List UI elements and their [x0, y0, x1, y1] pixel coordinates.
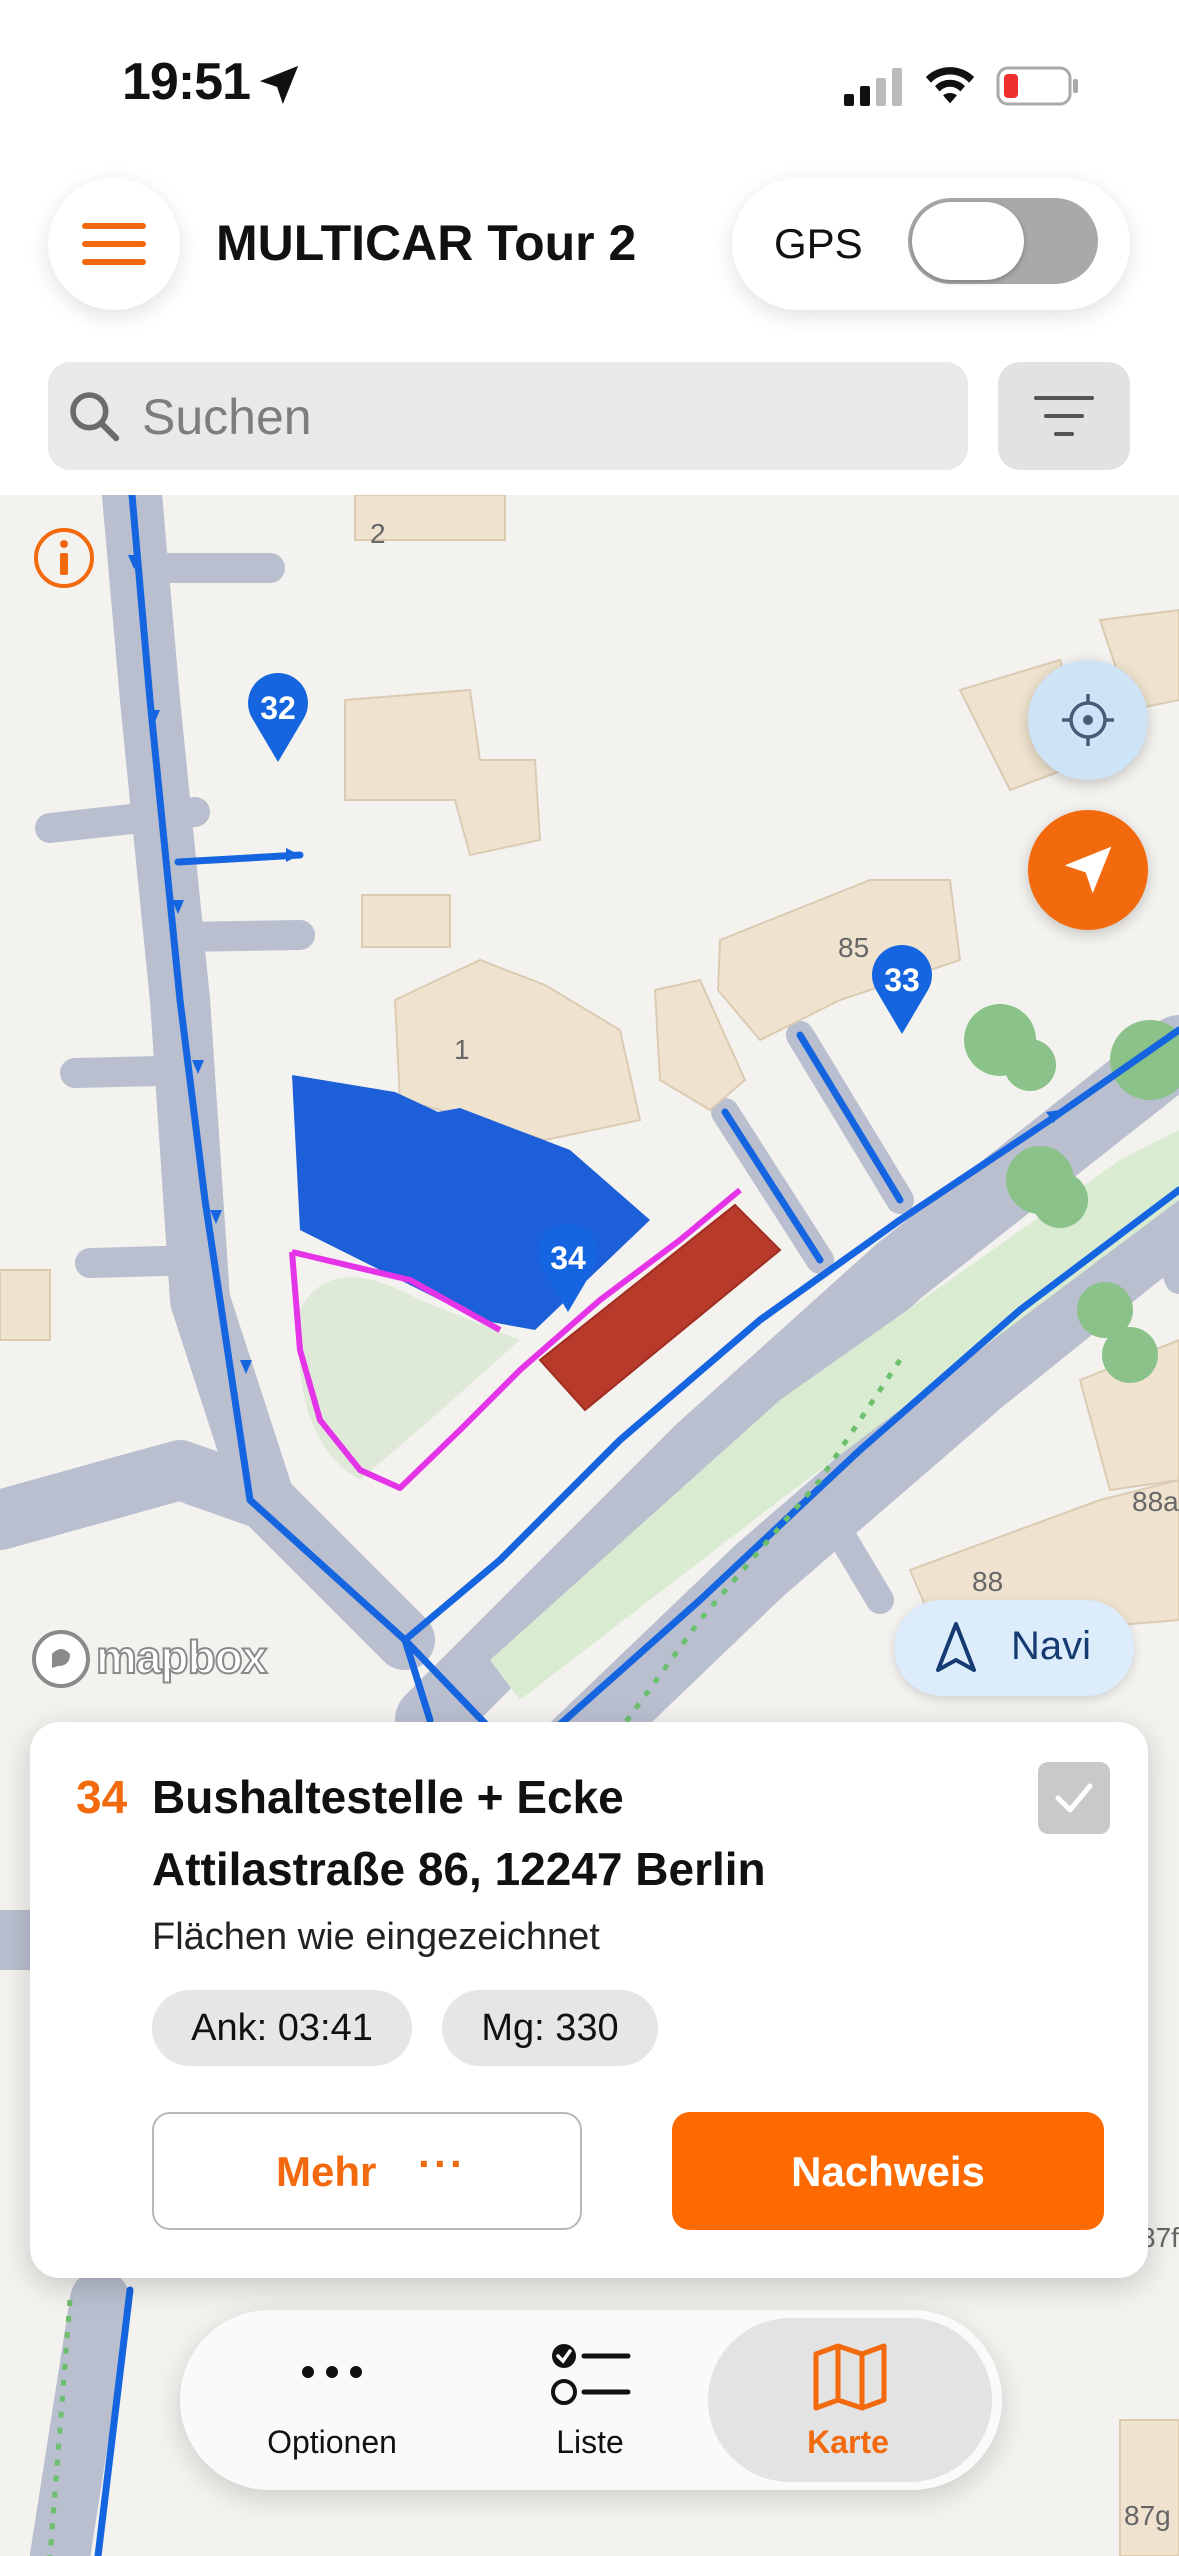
stop-address: Attilastraße 86, 12247 Berlin	[152, 1843, 766, 1895]
search-placeholder: Suchen	[142, 389, 312, 445]
done-checkbox[interactable]	[1038, 1762, 1110, 1834]
house-number: 88a	[1132, 1486, 1179, 1517]
stop-number: 34	[76, 1771, 128, 1823]
tab-optionen[interactable]: Optionen	[232, 2424, 432, 2461]
navigation-button[interactable]	[1028, 810, 1148, 930]
checkmark-icon	[1055, 1783, 1093, 1813]
battery-icon	[996, 66, 1078, 106]
location-arrow-icon	[259, 65, 299, 105]
hamburger-icon-line	[82, 259, 146, 265]
house-number: 2	[370, 518, 386, 549]
map-icon[interactable]	[810, 2342, 890, 2412]
house-number: 1	[454, 1034, 470, 1065]
arrival-chip: Ank: 03:41	[152, 1990, 412, 2066]
more-button-label: Mehr	[276, 2148, 377, 2195]
filter-button[interactable]	[998, 362, 1130, 470]
stop-marker-label: 33	[884, 962, 920, 998]
gps-toggle-knob	[912, 202, 1024, 280]
tab-karte[interactable]: Karte	[748, 2424, 948, 2461]
gps-label: GPS	[774, 220, 863, 267]
mapbox-logo-icon	[32, 1630, 90, 1688]
house-number: 85	[838, 932, 870, 963]
search-icon	[70, 392, 120, 442]
wifi-icon	[925, 67, 975, 104]
navi-label: Navi	[1011, 1624, 1092, 1668]
navi-arrow-icon	[936, 1622, 976, 1672]
stop-description: Flächen wie eingezeichnet	[152, 1916, 600, 1958]
status-time: 19:51	[122, 53, 251, 111]
checklist-icon[interactable]	[548, 2340, 632, 2410]
more-dots-icon: ···	[418, 2140, 466, 2187]
tab-liste[interactable]: Liste	[490, 2424, 690, 2461]
stop-marker-label: 32	[260, 690, 296, 726]
menu-button[interactable]	[48, 178, 180, 310]
navigation-arrow-icon	[1064, 846, 1112, 894]
more-options-icon[interactable]	[296, 2360, 368, 2384]
cellular-signal-icon	[844, 68, 902, 106]
locate-me-button[interactable]	[1028, 660, 1148, 780]
crosshair-icon	[1062, 694, 1114, 746]
page-title: MULTICAR Tour 2	[216, 215, 637, 271]
stop-title: Bushaltestelle + Ecke	[152, 1771, 624, 1823]
quantity-chip: Mg: 330	[442, 1990, 658, 2066]
house-number: 87g	[1124, 2500, 1171, 2531]
filter-icon	[1034, 396, 1094, 436]
proof-button-label: Nachweis	[791, 2148, 985, 2195]
stop-marker-label: 34	[550, 1240, 586, 1276]
house-number: 88	[972, 1566, 1004, 1597]
hamburger-icon-line	[82, 241, 146, 247]
mapbox-attribution[interactable]: mapbox	[95, 1630, 268, 1684]
hamburger-icon	[82, 223, 146, 229]
info-icon[interactable]	[32, 526, 96, 590]
